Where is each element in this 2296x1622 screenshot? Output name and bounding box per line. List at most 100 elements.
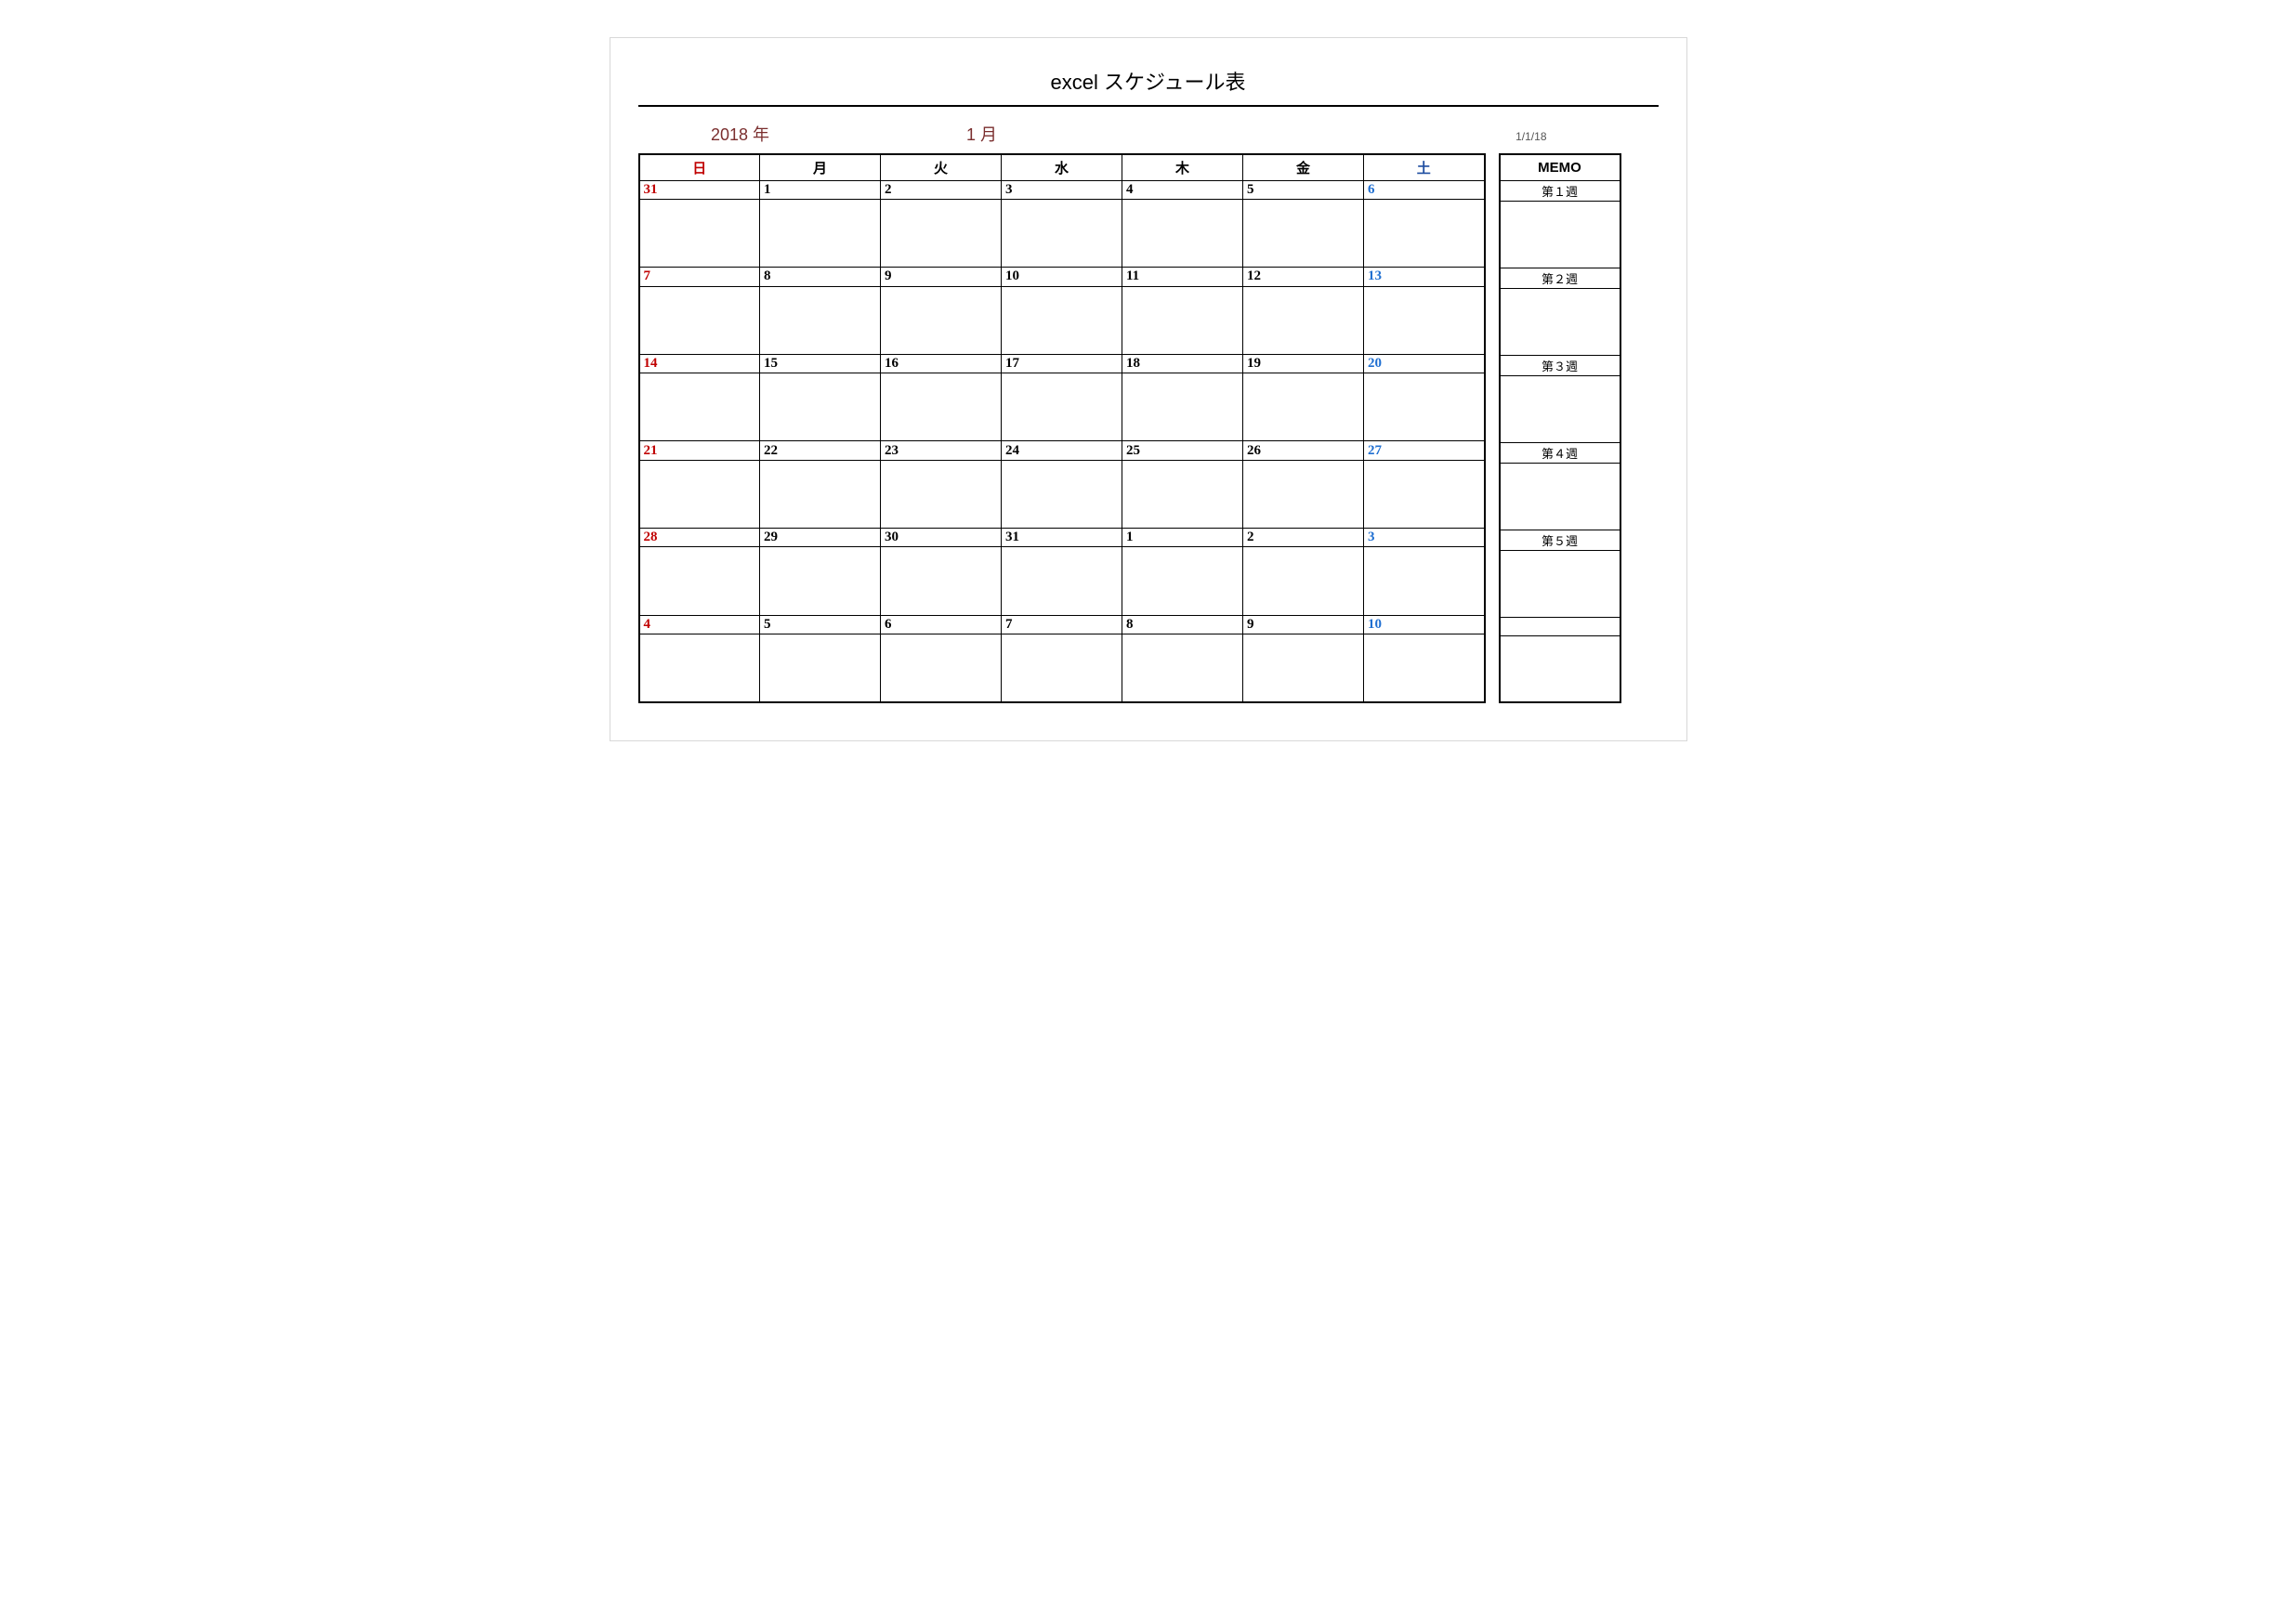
day-cell: [1122, 547, 1243, 615]
day-number: 19: [1243, 354, 1364, 373]
week-label: 第５週: [1500, 530, 1620, 550]
memo-cell: [1500, 201, 1620, 268]
table-row: 4 5 6 7 8 9 10: [639, 615, 1485, 634]
day-number: 18: [1122, 354, 1243, 373]
day-cell: [760, 199, 881, 267]
year-label: 2018 年: [638, 122, 843, 146]
memo-header: MEMO: [1500, 154, 1620, 180]
day-number: 3: [1002, 180, 1122, 199]
memo-cell: [1500, 375, 1620, 442]
table-row: [1500, 635, 1620, 702]
day-number: 31: [1002, 529, 1122, 547]
day-cell: [1243, 199, 1364, 267]
day-number: 7: [639, 268, 760, 286]
day-number: 2: [881, 180, 1002, 199]
meta-row: 2018 年 1 月 1/1/18: [638, 122, 1659, 153]
table-row: [639, 286, 1485, 354]
day-number: 1: [1122, 529, 1243, 547]
header-sun: 日: [639, 154, 760, 180]
day-number: 8: [1122, 615, 1243, 634]
day-number: 6: [1364, 180, 1485, 199]
day-cell: [881, 286, 1002, 354]
week-label: 第４週: [1500, 442, 1620, 463]
memo-header-row: MEMO: [1500, 154, 1620, 180]
table-row: 第５週: [1500, 530, 1620, 550]
day-number: 9: [881, 268, 1002, 286]
calendar-layout: 日 月 火 水 木 金 土 31 1 2 3 4 5 6: [638, 153, 1659, 703]
day-cell: [1122, 634, 1243, 702]
calendar-body: 31 1 2 3 4 5 6: [639, 180, 1485, 702]
day-cell: [881, 373, 1002, 441]
day-number: 20: [1364, 354, 1485, 373]
day-number: 27: [1364, 441, 1485, 460]
table-row: [639, 547, 1485, 615]
week-label: 第３週: [1500, 355, 1620, 375]
header-thu: 木: [1122, 154, 1243, 180]
table-row: 14 15 16 17 18 19 20: [639, 354, 1485, 373]
table-row: 31 1 2 3 4 5 6: [639, 180, 1485, 199]
day-cell: [760, 547, 881, 615]
day-number: 7: [1002, 615, 1122, 634]
day-number: 2: [1243, 529, 1364, 547]
table-row: 第１週: [1500, 180, 1620, 201]
day-cell: [881, 547, 1002, 615]
day-number: 1: [760, 180, 881, 199]
day-cell: [639, 373, 760, 441]
day-cell: [639, 634, 760, 702]
table-row: [639, 199, 1485, 267]
table-row: 第２週: [1500, 268, 1620, 288]
day-cell: [1002, 373, 1122, 441]
day-number: 21: [639, 441, 760, 460]
table-row: [639, 373, 1485, 441]
day-cell: [760, 460, 881, 528]
day-cell: [760, 634, 881, 702]
day-cell: [1364, 199, 1485, 267]
header-mon: 月: [760, 154, 881, 180]
header-tue: 火: [881, 154, 1002, 180]
day-number: 11: [1122, 268, 1243, 286]
day-cell: [1002, 199, 1122, 267]
day-cell: [1002, 547, 1122, 615]
memo-table: MEMO 第１週 第２週 第３週 第４週 第５週: [1499, 153, 1621, 703]
day-header-row: 日 月 火 水 木 金 土: [639, 154, 1485, 180]
day-cell: [639, 286, 760, 354]
day-cell: [1364, 547, 1485, 615]
day-cell: [1243, 634, 1364, 702]
day-number: 5: [760, 615, 881, 634]
day-cell: [1243, 547, 1364, 615]
day-number: 22: [760, 441, 881, 460]
day-number: 29: [760, 529, 881, 547]
day-cell: [1243, 373, 1364, 441]
table-row: [639, 634, 1485, 702]
table-row: 第４週: [1500, 442, 1620, 463]
day-cell: [1122, 199, 1243, 267]
day-cell: [639, 460, 760, 528]
day-cell: [881, 199, 1002, 267]
day-number: 31: [639, 180, 760, 199]
day-cell: [1243, 286, 1364, 354]
week-label: [1500, 617, 1620, 635]
day-cell: [1122, 460, 1243, 528]
table-row: 第３週: [1500, 355, 1620, 375]
table-row: 28 29 30 31 1 2 3: [639, 529, 1485, 547]
memo-cell: [1500, 550, 1620, 617]
table-row: [1500, 617, 1620, 635]
calendar-table: 日 月 火 水 木 金 土 31 1 2 3 4 5 6: [638, 153, 1486, 703]
day-number: 9: [1243, 615, 1364, 634]
table-row: [1500, 550, 1620, 617]
day-number: 4: [1122, 180, 1243, 199]
day-number: 14: [639, 354, 760, 373]
day-number: 6: [881, 615, 1002, 634]
day-number: 26: [1243, 441, 1364, 460]
table-row: [1500, 201, 1620, 268]
day-number: 10: [1002, 268, 1122, 286]
month-label: 1 月: [843, 122, 1122, 146]
day-number: 30: [881, 529, 1002, 547]
document-title: excel スケジュール表: [638, 66, 1659, 107]
table-row: 21 22 23 24 25 26 27: [639, 441, 1485, 460]
day-number: 5: [1243, 180, 1364, 199]
header-sat: 土: [1364, 154, 1485, 180]
day-number: 4: [639, 615, 760, 634]
day-cell: [1243, 460, 1364, 528]
table-row: [1500, 463, 1620, 530]
